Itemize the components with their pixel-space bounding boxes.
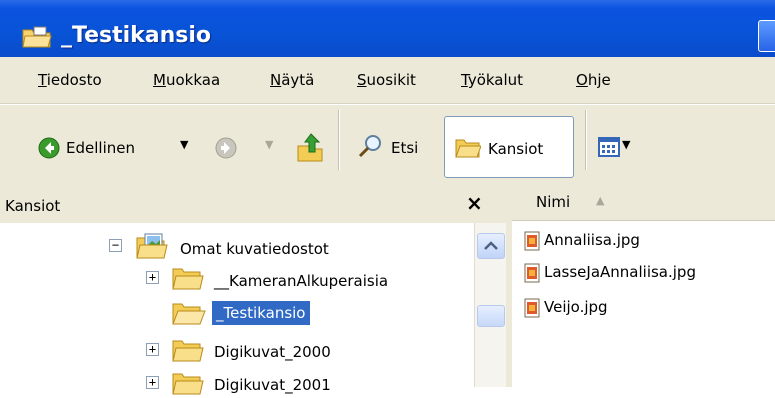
chevron-up-icon (484, 241, 498, 250)
tree-item-digikuvat-2001[interactable]: + Digikuvat_2001 (0, 368, 474, 398)
back-button[interactable]: Edellinen (66, 139, 135, 157)
column-name[interactable]: Nimi (536, 193, 570, 211)
tree-item-label: Omat kuvatiedostot (180, 240, 329, 258)
tree-item-label: __KameranAlkuperaisia (214, 272, 389, 290)
tree-item-digikuvat-2000[interactable]: + Digikuvat_2000 (0, 336, 474, 366)
title-bar: _Testikansio (0, 0, 775, 57)
folder-icon (172, 373, 204, 395)
close-icon[interactable]: × (466, 191, 483, 215)
folder-tree-scrollbar[interactable] (474, 223, 507, 387)
toolbar-separator (585, 110, 586, 170)
window-title: _Testikansio (61, 23, 212, 48)
scroll-thumb[interactable] (477, 305, 505, 327)
tree-item-kameranalkuperaisia[interactable]: + __KameranAlkuperaisia (0, 264, 474, 294)
menu-ohje[interactable]: Ohje (576, 71, 611, 89)
file-name: Veijo.jpg (544, 298, 608, 316)
menu-tiedosto[interactable]: Tiedosto (38, 71, 102, 89)
jpg-file-icon (524, 263, 540, 283)
sort-ascending-icon: ▲ (596, 194, 605, 207)
expand-icon[interactable]: + (146, 343, 159, 356)
folder-tree: − Omat kuvatiedostot + __KameranAlkupera… (0, 223, 474, 395)
expand-icon[interactable]: + (146, 271, 159, 284)
file-list: Annaliisa.jpg LasseJaAnnaliisa.jpg Veijo… (512, 221, 775, 387)
jpg-file-icon (524, 298, 540, 318)
expand-icon[interactable]: + (146, 376, 159, 389)
file-name: LasseJaAnnaliisa.jpg (544, 263, 696, 281)
back-dropdown-icon[interactable]: ▼ (180, 138, 188, 151)
open-folder-icon (172, 303, 206, 325)
menu-nayta[interactable]: Näytä (270, 71, 314, 89)
folders-pane-header: Kansiot × (0, 183, 512, 223)
scroll-up-button[interactable] (477, 233, 505, 259)
jpg-file-icon (524, 231, 540, 251)
minimize-button[interactable] (758, 20, 775, 52)
tree-item-label: Digikuvat_2001 (214, 376, 331, 394)
toolbar-separator (338, 110, 339, 170)
menu-muokkaa[interactable]: Muokkaa (153, 71, 220, 89)
tree-item-label: Digikuvat_2000 (214, 343, 331, 361)
tree-item-omat-kuvatiedostot[interactable]: − Omat kuvatiedostot (0, 231, 474, 261)
tree-item-label-selected: _Testikansio (212, 301, 310, 325)
search-button[interactable]: Etsi (391, 139, 418, 157)
views-dropdown-icon[interactable]: ▼ (622, 138, 630, 151)
folders-icon (455, 139, 481, 158)
files-column-header[interactable]: Nimi ▲ (512, 183, 775, 221)
up-folder-icon[interactable] (296, 132, 324, 162)
folders-pane-title: Kansiot (5, 197, 61, 215)
pictures-folder-icon (136, 233, 168, 259)
forward-dropdown-icon[interactable]: ▼ (265, 138, 273, 151)
folders-button-label: Kansiot (488, 140, 544, 158)
search-icon[interactable] (358, 133, 384, 159)
file-name: Annaliisa.jpg (544, 231, 640, 249)
folder-icon (22, 26, 52, 48)
menu-suosikit[interactable]: Suosikit (357, 71, 416, 89)
menu-bar: Tiedosto Muokkaa Näytä Suosikit Työkalut… (0, 57, 775, 104)
tree-item-testikansio[interactable]: _Testikansio (0, 300, 474, 330)
folder-icon (172, 268, 204, 290)
views-icon[interactable] (598, 137, 620, 157)
forward-arrow-icon[interactable] (215, 137, 237, 159)
folder-icon (172, 340, 204, 362)
back-arrow-icon[interactable] (38, 137, 60, 159)
menu-tyokalut[interactable]: Työkalut (461, 71, 523, 89)
collapse-icon[interactable]: − (109, 239, 122, 252)
